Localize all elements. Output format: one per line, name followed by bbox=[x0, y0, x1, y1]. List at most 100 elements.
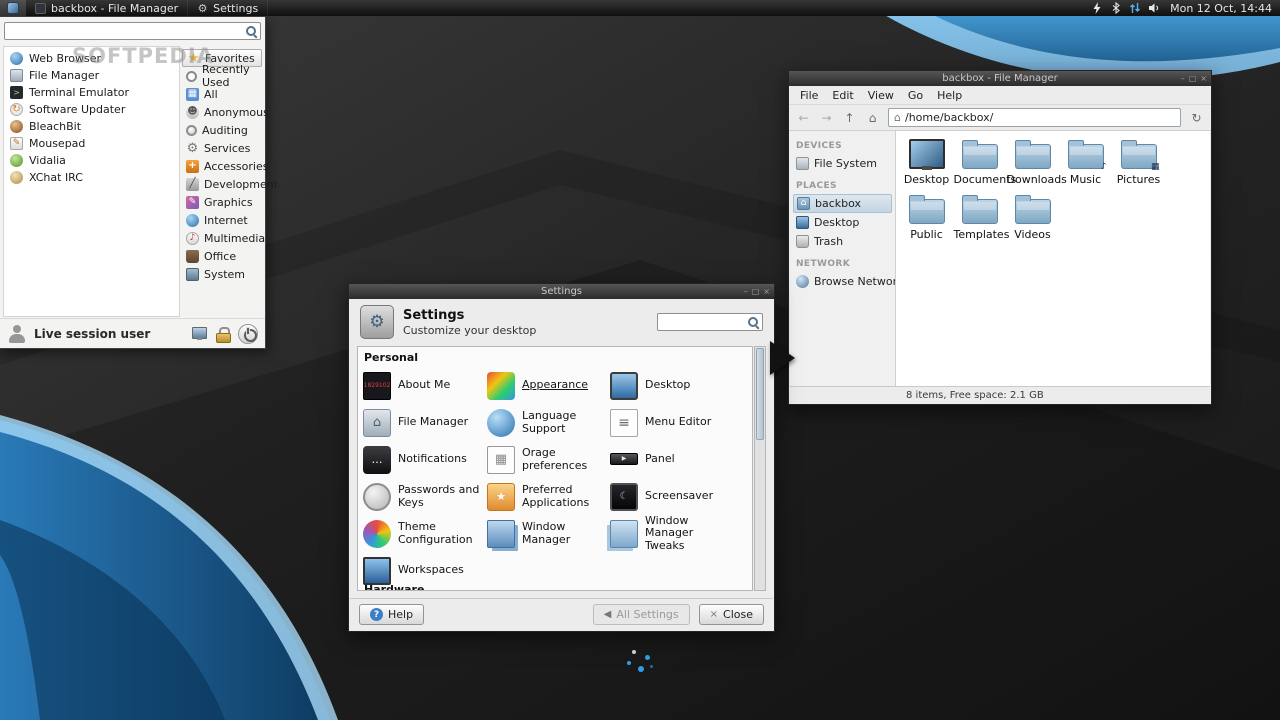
fm-titlebar[interactable]: backbox - File Manager – □ × bbox=[789, 71, 1211, 86]
menu-edit[interactable]: Edit bbox=[825, 89, 860, 102]
sidebar-item-backbox[interactable]: ⌂backbox bbox=[793, 194, 892, 213]
file-templates[interactable]: Templates bbox=[954, 192, 1006, 247]
settings-item-window-manager[interactable]: Window Manager bbox=[487, 520, 610, 548]
settings-item-appearance[interactable]: Appearance bbox=[487, 372, 610, 400]
file-videos[interactable]: Videos bbox=[1007, 192, 1059, 247]
help-button[interactable]: ?Help bbox=[359, 604, 424, 625]
taskbar-item-settings[interactable]: ⚙ Settings bbox=[188, 0, 268, 16]
file-documents[interactable]: Documents bbox=[954, 137, 1006, 192]
menu-app-bleachbit[interactable]: BleachBit bbox=[5, 118, 178, 135]
settings-item-menu-editor[interactable]: ≡Menu Editor bbox=[610, 409, 752, 437]
home-button[interactable]: ⌂ bbox=[862, 108, 883, 128]
reload-button[interactable]: ↻ bbox=[1186, 108, 1207, 128]
power-manager-icon[interactable] bbox=[1091, 2, 1103, 14]
menu-category-office[interactable]: Office bbox=[182, 247, 262, 265]
menu-view[interactable]: View bbox=[861, 89, 901, 102]
menu-category-multimedia[interactable]: ♪Multimedia bbox=[182, 229, 262, 247]
help-icon: ? bbox=[370, 608, 383, 621]
close-button[interactable]: ×Close bbox=[699, 604, 764, 625]
menu-file[interactable]: File bbox=[793, 89, 825, 102]
forward-button[interactable]: → bbox=[816, 108, 837, 128]
settings-item-notifications[interactable]: …Notifications bbox=[363, 446, 487, 474]
fm-menubar: File Edit View Go Help bbox=[789, 86, 1211, 105]
settings-search-field[interactable] bbox=[657, 313, 763, 331]
file-public[interactable]: Public bbox=[901, 192, 953, 247]
menu-category-recently-used[interactable]: Recently Used bbox=[182, 67, 262, 85]
file-manager-window: backbox - File Manager – □ × File Edit V… bbox=[788, 70, 1212, 405]
settings-titlebar[interactable]: Settings – □ × bbox=[349, 284, 774, 299]
top-panel: backbox - File Manager ⚙ Settings Mon 12… bbox=[0, 0, 1280, 16]
language-support-icon bbox=[487, 409, 515, 437]
file-pictures[interactable]: ▦Pictures bbox=[1113, 137, 1165, 192]
back-button[interactable]: ← bbox=[793, 108, 814, 128]
close-button[interactable]: × bbox=[763, 287, 770, 296]
menu-category-internet[interactable]: Internet bbox=[182, 211, 262, 229]
folder-icon bbox=[962, 199, 998, 224]
menu-category-anonymous[interactable]: ☻Anonymous bbox=[182, 103, 262, 121]
settings-item-preferred-applications[interactable]: ★Preferred Applications bbox=[487, 483, 610, 511]
minimize-button[interactable]: – bbox=[1181, 74, 1185, 83]
taskbar-label: backbox - File Manager bbox=[51, 2, 178, 15]
menu-app-xchat[interactable]: XChat IRC bbox=[5, 169, 178, 186]
menu-category-system[interactable]: System bbox=[182, 265, 262, 283]
file-downloads[interactable]: Downloads bbox=[1007, 137, 1059, 192]
menu-app-software-updater[interactable]: ↻Software Updater bbox=[5, 101, 178, 118]
power-button[interactable] bbox=[238, 324, 258, 344]
maximize-button[interactable]: □ bbox=[752, 287, 760, 296]
menu-help[interactable]: Help bbox=[930, 89, 969, 102]
settings-item-about-me[interactable]: 1829102About Me bbox=[363, 372, 487, 400]
settings-item-orage-preferences[interactable]: ▦Orage preferences bbox=[487, 446, 610, 474]
maximize-button[interactable]: □ bbox=[1189, 74, 1197, 83]
sidebar-item-desktop[interactable]: Desktop bbox=[793, 213, 892, 232]
minimize-button[interactable]: – bbox=[744, 287, 748, 296]
scrollbar-thumb[interactable] bbox=[756, 348, 764, 440]
path-bar[interactable]: ⌂ /home/backbox/ bbox=[888, 108, 1181, 127]
settings-shortcut-icon[interactable] bbox=[192, 327, 207, 340]
close-button[interactable]: × bbox=[1200, 74, 1207, 83]
sidebar-item-trash[interactable]: Trash bbox=[793, 232, 892, 251]
bluetooth-icon[interactable] bbox=[1110, 2, 1122, 14]
network-updates-icon[interactable] bbox=[1129, 2, 1141, 14]
menu-app-mousepad[interactable]: ✎Mousepad bbox=[5, 135, 178, 152]
menu-search-field[interactable] bbox=[4, 22, 261, 40]
volume-icon[interactable] bbox=[1148, 2, 1160, 14]
menu-category-development[interactable]: ╱Development bbox=[182, 175, 262, 193]
settings-item-workspaces[interactable]: Workspaces bbox=[363, 557, 487, 585]
menu-category-graphics[interactable]: ✎Graphics bbox=[182, 193, 262, 211]
screensaver-icon: ☾ bbox=[610, 483, 638, 511]
lock-screen-icon[interactable] bbox=[216, 327, 229, 341]
auditing-icon bbox=[186, 125, 197, 136]
settings-item-theme-configuration[interactable]: Theme Configuration bbox=[363, 520, 487, 548]
settings-item-panel[interactable]: ▶Panel bbox=[610, 453, 752, 466]
menu-category-services[interactable]: ⚙Services bbox=[182, 139, 262, 157]
sidebar-heading-network: NETWORK bbox=[796, 259, 892, 269]
settings-item-screensaver[interactable]: ☾Screensaver bbox=[610, 483, 752, 511]
clock[interactable]: Mon 12 Oct, 14:44 bbox=[1160, 2, 1280, 15]
taskbar-item-file-manager[interactable]: backbox - File Manager bbox=[26, 0, 188, 16]
all-settings-button[interactable]: ◀All Settings bbox=[593, 604, 690, 625]
sidebar-item-browse-network[interactable]: Browse Network bbox=[793, 272, 892, 291]
menu-go[interactable]: Go bbox=[901, 89, 930, 102]
settings-item-language-support[interactable]: Language Support bbox=[487, 409, 610, 437]
settings-item-passwords-and-keys[interactable]: Passwords and Keys bbox=[363, 483, 487, 511]
file-manager-icon bbox=[10, 69, 23, 82]
applications-menu-button[interactable] bbox=[0, 0, 26, 16]
settings-manager-icon: ⚙ bbox=[360, 305, 394, 339]
settings-search-input[interactable] bbox=[661, 316, 747, 329]
menu-search-input[interactable] bbox=[8, 25, 245, 38]
menu-app-file-manager[interactable]: File Manager bbox=[5, 67, 178, 84]
settings-item-desktop[interactable]: Desktop bbox=[610, 372, 752, 400]
menu-app-terminal[interactable]: >Terminal Emulator bbox=[5, 84, 178, 101]
settings-item-file-manager[interactable]: ⌂File Manager bbox=[363, 409, 487, 437]
settings-scrollbar[interactable] bbox=[754, 346, 766, 591]
up-button[interactable]: ↑ bbox=[839, 108, 860, 128]
menu-category-auditing[interactable]: Auditing bbox=[182, 121, 262, 139]
user-avatar[interactable] bbox=[7, 324, 27, 344]
file-desktop[interactable]: Desktop bbox=[901, 137, 953, 192]
settings-item-window-manager-tweaks[interactable]: Window Manager Tweaks bbox=[610, 515, 752, 553]
file-music[interactable]: ♪Music bbox=[1060, 137, 1112, 192]
menu-app-vidalia[interactable]: Vidalia bbox=[5, 152, 178, 169]
menu-category-accessories[interactable]: +Accessories bbox=[182, 157, 262, 175]
sidebar-item-file-system[interactable]: File System bbox=[793, 154, 892, 173]
software-updater-icon: ↻ bbox=[10, 103, 23, 116]
